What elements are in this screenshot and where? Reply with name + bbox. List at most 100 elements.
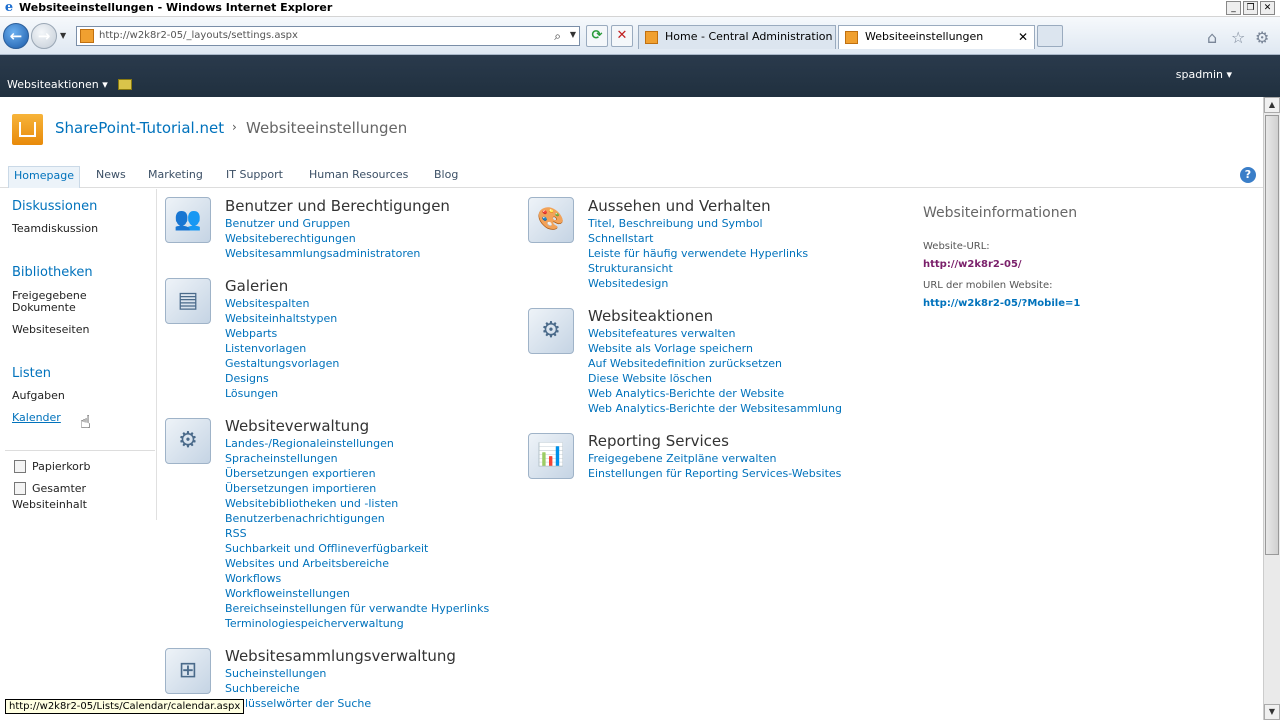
status-url-tooltip: http://w2k8r2-05/Lists/Calendar/calendar… bbox=[5, 699, 245, 714]
breadcrumb-separator-icon: › bbox=[232, 120, 237, 134]
link-term-store[interactable]: Terminologiespeicherverwaltung bbox=[225, 616, 489, 631]
site-actions-menu[interactable]: Websiteaktionen ▾ bbox=[7, 78, 108, 91]
link-themes[interactable]: Designs bbox=[225, 371, 339, 386]
nav-it-support[interactable]: IT Support bbox=[221, 166, 288, 188]
back-button[interactable]: ← bbox=[3, 23, 29, 49]
minimize-button[interactable]: _ bbox=[1226, 1, 1241, 15]
refresh-button[interactable]: ⟳ bbox=[586, 25, 608, 47]
link-import-translations[interactable]: Übersetzungen importieren bbox=[225, 481, 489, 496]
nav-marketing[interactable]: Marketing bbox=[143, 166, 208, 188]
sharepoint-ribbon: Websiteaktionen ▾ spadmin ▾ bbox=[0, 55, 1280, 97]
link-workflow-settings[interactable]: Workfloweinstellungen bbox=[225, 586, 489, 601]
tab-central-administration[interactable]: Home - Central Administration bbox=[638, 25, 836, 49]
link-master-pages[interactable]: Gestaltungsvorlagen bbox=[225, 356, 339, 371]
restore-button[interactable]: ❐ bbox=[1243, 1, 1258, 15]
nav-blog[interactable]: Blog bbox=[429, 166, 463, 188]
mobile-url-link[interactable]: http://w2k8r2-05/?Mobile=1 bbox=[923, 298, 1080, 309]
ql-all-content-line1[interactable]: Gesamter bbox=[32, 483, 86, 494]
tools-gear-icon[interactable]: ⚙ bbox=[1255, 28, 1269, 47]
scroll-down-arrow-icon[interactable]: ▼ bbox=[1264, 704, 1280, 720]
link-reset-to-definition[interactable]: Auf Websitedefinition zurücksetzen bbox=[588, 356, 842, 371]
site-url-link[interactable]: http://w2k8r2-05/ bbox=[923, 259, 1022, 270]
galleries-icon: ▤ bbox=[165, 278, 211, 324]
ql-item-aufgaben[interactable]: Aufgaben bbox=[12, 390, 65, 401]
ql-all-content-line2[interactable]: Websiteinhalt bbox=[12, 499, 87, 510]
new-tab-button[interactable] bbox=[1037, 25, 1063, 47]
link-rss[interactable]: RSS bbox=[225, 526, 489, 541]
link-workflows[interactable]: Workflows bbox=[225, 571, 489, 586]
link-list-templates[interactable]: Listenvorlagen bbox=[225, 341, 339, 356]
address-dropdown-icon[interactable]: ▼ bbox=[570, 30, 576, 39]
link-web-analytics-site[interactable]: Web Analytics-Berichte der Website bbox=[588, 386, 842, 401]
nav-news[interactable]: News bbox=[91, 166, 131, 188]
link-regional-settings[interactable]: Landes-/Regionaleinstellungen bbox=[225, 436, 489, 451]
ql-heading-lists[interactable]: Listen bbox=[12, 366, 51, 381]
link-users-groups[interactable]: Benutzer und Gruppen bbox=[225, 216, 420, 231]
forward-button[interactable]: → bbox=[31, 23, 57, 49]
address-bar[interactable]: http://w2k8r2-05/_layouts/settings.aspx … bbox=[76, 26, 580, 46]
site-url-label: Website-URL: bbox=[923, 241, 990, 252]
ql-item-kalender[interactable]: Kalender bbox=[12, 412, 61, 423]
close-window-button[interactable]: ✕ bbox=[1260, 1, 1275, 15]
history-dropdown-icon[interactable]: ▼ bbox=[60, 31, 66, 40]
link-webparts[interactable]: Webparts bbox=[225, 326, 339, 341]
section-title-admin: Websiteverwaltung bbox=[225, 417, 370, 435]
link-sites-workspaces[interactable]: Websites und Arbeitsbereiche bbox=[225, 556, 489, 571]
browser-toolbar: ← → ▼ http://w2k8r2-05/_layouts/settings… bbox=[0, 17, 1280, 55]
favorites-star-icon[interactable]: ☆ bbox=[1231, 28, 1245, 47]
link-tree-view[interactable]: Strukturansicht bbox=[588, 261, 808, 276]
page-title: Websiteeinstellungen bbox=[246, 119, 408, 137]
site-title-link[interactable]: SharePoint-Tutorial.net bbox=[55, 119, 224, 137]
user-menu[interactable]: spadmin ▾ bbox=[1176, 68, 1232, 81]
window-title: Websiteeinstellungen - Windows Internet … bbox=[19, 1, 333, 14]
ql-heading-discussions[interactable]: Diskussionen bbox=[12, 199, 97, 214]
stop-button[interactable]: ✕ bbox=[611, 25, 633, 47]
tab-websiteeinstellungen[interactable]: Websiteeinstellungen ✕ bbox=[838, 25, 1035, 49]
link-search-settings[interactable]: Sucheinstellungen bbox=[225, 666, 371, 681]
link-site-collection-admins[interactable]: Websitesammlungsadministratoren bbox=[225, 246, 420, 261]
ql-item-shared-documents-line1[interactable]: Freigegebene bbox=[12, 290, 87, 301]
link-language-settings[interactable]: Spracheinstellungen bbox=[225, 451, 489, 466]
nav-homepage[interactable]: Homepage bbox=[8, 166, 80, 188]
link-libraries-lists[interactable]: Websitebibliotheken und -listen bbox=[225, 496, 489, 511]
scrollbar-thumb[interactable] bbox=[1265, 115, 1279, 555]
link-search-offline[interactable]: Suchbarkeit und Offlineverfügbarkeit bbox=[225, 541, 489, 556]
link-shared-schedules[interactable]: Freigegebene Zeitpläne verwalten bbox=[588, 451, 841, 466]
link-delete-site[interactable]: Diese Website löschen bbox=[588, 371, 842, 386]
ql-recycle-bin[interactable]: Papierkorb bbox=[32, 461, 90, 472]
search-icon[interactable]: ⌕ bbox=[554, 29, 561, 44]
link-export-translations[interactable]: Übersetzungen exportieren bbox=[225, 466, 489, 481]
nav-human-resources[interactable]: Human Resources bbox=[304, 166, 413, 188]
link-save-as-template[interactable]: Website als Vorlage speichern bbox=[588, 341, 842, 356]
home-icon[interactable]: ⌂ bbox=[1207, 28, 1217, 47]
link-solutions[interactable]: Lösungen bbox=[225, 386, 339, 401]
link-manage-features[interactable]: Websitefeatures verwalten bbox=[588, 326, 842, 341]
ql-item-teamdiskussion[interactable]: Teamdiskussion bbox=[12, 223, 98, 234]
link-content-types[interactable]: Websiteinhaltstypen bbox=[225, 311, 339, 326]
ql-item-websiteseiten[interactable]: Websiteseiten bbox=[12, 324, 89, 335]
link-search-scopes[interactable]: Suchbereiche bbox=[225, 681, 371, 696]
link-title-description-icon[interactable]: Titel, Beschreibung und Symbol bbox=[588, 216, 808, 231]
sharepoint-favicon-icon bbox=[845, 31, 858, 44]
link-related-links-scope[interactable]: Bereichseinstellungen für verwandte Hype… bbox=[225, 601, 489, 616]
link-site-theme[interactable]: Websitedesign bbox=[588, 276, 808, 291]
navigate-up-folder-icon[interactable] bbox=[118, 79, 132, 90]
link-quick-launch[interactable]: Schnellstart bbox=[588, 231, 808, 246]
link-site-columns[interactable]: Websitespalten bbox=[225, 296, 339, 311]
section-links-look: Titel, Beschreibung und Symbol Schnellst… bbox=[588, 216, 808, 291]
vertical-scrollbar[interactable]: ▲ ▼ bbox=[1263, 97, 1280, 720]
section-title-actions: Websiteaktionen bbox=[588, 307, 714, 325]
link-user-alerts[interactable]: Benutzerbenachrichtigungen bbox=[225, 511, 489, 526]
link-search-keywords[interactable]: Schlüsselwörter der Suche bbox=[225, 696, 371, 711]
link-site-permissions[interactable]: Websiteberechtigungen bbox=[225, 231, 420, 246]
link-top-link-bar[interactable]: Leiste für häufig verwendete Hyperlinks bbox=[588, 246, 808, 261]
link-reporting-settings[interactable]: Einstellungen für Reporting Services-Web… bbox=[588, 466, 841, 481]
site-logo[interactable] bbox=[12, 114, 43, 145]
help-icon[interactable]: ? bbox=[1240, 167, 1256, 183]
ql-heading-libraries[interactable]: Bibliotheken bbox=[12, 265, 93, 280]
close-tab-icon[interactable]: ✕ bbox=[1018, 26, 1028, 48]
ql-item-shared-documents-line2[interactable]: Dokumente bbox=[12, 302, 76, 313]
scroll-up-arrow-icon[interactable]: ▲ bbox=[1264, 97, 1280, 113]
link-web-analytics-collection[interactable]: Web Analytics-Berichte der Websitesammlu… bbox=[588, 401, 842, 416]
sharepoint-favicon-icon bbox=[645, 31, 658, 44]
